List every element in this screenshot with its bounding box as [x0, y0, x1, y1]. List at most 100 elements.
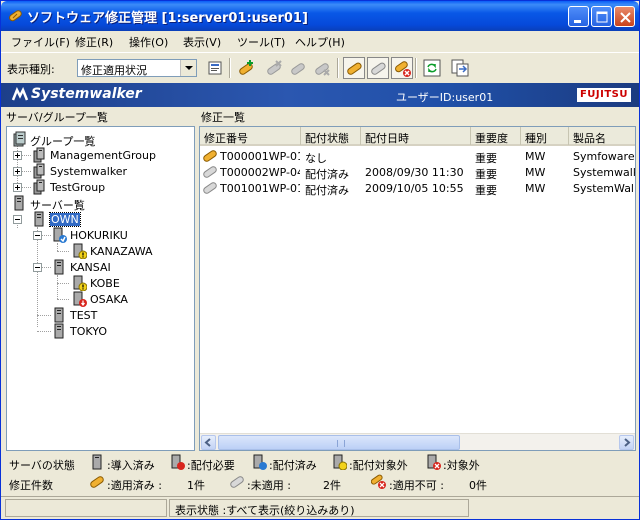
- brand-name: Systemwalker: [31, 86, 142, 102]
- tree-line: [37, 227, 38, 327]
- server-list-icon: [14, 195, 24, 211]
- scroll-thumb[interactable]: [218, 435, 460, 450]
- filter-applied-button[interactable]: [343, 57, 365, 79]
- column-header-fix-id[interactable]: 修正番号: [200, 127, 301, 145]
- minimize-button[interactable]: [568, 6, 589, 27]
- filter-unapplied-button[interactable]: [367, 57, 389, 79]
- toolbar: 表示種別: 修正適用状況: [1, 52, 639, 80]
- not-applicable-patch-icon: [395, 61, 411, 77]
- cell-importance: 重要: [475, 184, 497, 197]
- close-button[interactable]: [614, 6, 635, 27]
- tree-line: [57, 283, 69, 284]
- display-type-select[interactable]: 修正適用状況: [77, 59, 197, 77]
- delete-fix-button[interactable]: [263, 57, 285, 79]
- server-icon: [54, 307, 64, 323]
- tree-line: [21, 187, 31, 188]
- installed-server-icon: [92, 454, 102, 470]
- cell-type: MW: [525, 150, 546, 163]
- cell-dist-date: 2009/10/05 10:55: [365, 182, 464, 195]
- brand-banner: Systemwalker ユーザーID:user01 FUJITSU: [1, 83, 639, 107]
- menu-file[interactable]: ファイル(F): [11, 34, 70, 50]
- delete-fix-icon: [267, 60, 282, 75]
- chevron-right-icon: [624, 438, 631, 447]
- scroll-left-button[interactable]: [201, 435, 216, 450]
- table-row[interactable]: T001001WP-01 配付済み 2009/10/05 10:55 重要 MW…: [200, 180, 635, 197]
- cell-fix-id: T000002WP-04: [220, 166, 300, 179]
- column-header-product[interactable]: 製品名: [569, 127, 635, 145]
- refresh-icon: [423, 59, 441, 77]
- scroll-right-button[interactable]: [619, 435, 634, 450]
- applied-patch-icon: [90, 476, 104, 488]
- collapse-own[interactable]: [13, 215, 22, 224]
- column-header-type[interactable]: 種別: [521, 127, 569, 145]
- distributed-server-icon: [53, 227, 67, 243]
- minimize-icon: [574, 20, 581, 23]
- tree-line: [17, 143, 18, 185]
- export-button[interactable]: [449, 57, 471, 79]
- add-fix-button[interactable]: [235, 57, 257, 79]
- column-header-dist-date[interactable]: 配付日時: [361, 127, 471, 145]
- cell-product: Systemwalker: [573, 166, 635, 179]
- menu-tools[interactable]: ツール(T): [237, 34, 285, 50]
- collapse-kansai[interactable]: [33, 263, 42, 272]
- not-target-server-icon: [333, 454, 347, 470]
- filter-not-applicable-button[interactable]: [391, 57, 413, 79]
- properties-icon: [208, 61, 222, 75]
- display-state-text: 表示状態 :すべて表示(絞り込みあり): [175, 504, 355, 517]
- add-fix-icon: [239, 60, 253, 75]
- menu-operation[interactable]: 操作(O): [129, 34, 168, 50]
- tree-line: [57, 243, 58, 251]
- unapplied-patch-icon: [371, 62, 386, 75]
- window-title: ソフトウェア修正管理 [1:server01:user01]: [27, 11, 308, 26]
- not-applicable-patch-icon: [371, 474, 386, 489]
- fix-action-button[interactable]: [287, 57, 309, 79]
- legend-excluded: :対象外: [443, 459, 480, 472]
- maximize-button[interactable]: [591, 6, 612, 27]
- menu-view[interactable]: 表示(V): [183, 34, 221, 50]
- expand-test-group[interactable]: [13, 183, 22, 192]
- cell-fix-id: T001001WP-01: [220, 182, 300, 195]
- status-bar: 表示状態 :すべて表示(絞り込みあり): [1, 496, 639, 519]
- menu-help[interactable]: ヘルプ(H): [295, 34, 345, 50]
- cell-dist-status: 配付済み: [305, 184, 349, 197]
- refresh-button[interactable]: [421, 57, 443, 79]
- legend-not-applicable: :適用不可 :: [389, 479, 444, 492]
- not-applicable-count: 0件: [469, 479, 487, 492]
- unapplied-patch-icon: [203, 166, 217, 178]
- cell-product: SystemWalker: [573, 182, 635, 195]
- legend-unapplied: :未適用 :: [247, 479, 291, 492]
- status-panel-empty: [5, 499, 167, 517]
- menu-fix[interactable]: 修正(R): [75, 34, 113, 50]
- column-header-dist-status[interactable]: 配付状態: [301, 127, 361, 145]
- expand-management-group[interactable]: [13, 151, 22, 160]
- toolbar-separator: [337, 58, 339, 78]
- title-bar[interactable]: ソフトウェア修正管理 [1:server01:user01]: [1, 1, 639, 31]
- distributed-server-icon: [253, 454, 267, 470]
- tree-line: [37, 331, 51, 332]
- server-group-tree[interactable]: グループ一覧 ManagementGroup Systemwalker Test…: [6, 126, 195, 451]
- display-type-label: 表示種別:: [7, 63, 55, 76]
- display-type-value: 修正適用状況: [81, 64, 147, 77]
- status-panel-display-state: 表示状態 :すべて表示(絞り込みあり): [169, 499, 469, 517]
- fix-list-view[interactable]: 修正番号 配付状態 配付日時 重要度 種別 製品名 T000001WP-01 な…: [199, 126, 636, 451]
- excluded-server-icon: [427, 454, 441, 470]
- cell-dist-date: 2008/09/30 11:30: [365, 166, 464, 179]
- column-header-importance[interactable]: 重要度: [471, 127, 521, 145]
- fix-list-header: 修正一覧: [201, 111, 245, 124]
- systemwalker-logo-icon: [11, 87, 29, 101]
- unapplied-count: 2件: [323, 479, 341, 492]
- fix-count-label: 修正件数: [9, 479, 53, 492]
- close-icon: [620, 12, 631, 23]
- cell-type: MW: [525, 182, 546, 195]
- horizontal-scrollbar[interactable]: [200, 433, 635, 450]
- chevron-down-icon[interactable]: [180, 60, 196, 76]
- collapse-hokuriku[interactable]: [33, 231, 42, 240]
- table-row[interactable]: T000002WP-04 配付済み 2008/09/30 11:30 重要 MW…: [200, 164, 635, 181]
- server-group-icon: [33, 147, 45, 163]
- properties-button[interactable]: [205, 57, 227, 79]
- fix-cancel-button[interactable]: [311, 57, 333, 79]
- unapplied-patch-icon: [230, 476, 244, 488]
- table-row[interactable]: T000001WP-01 なし 重要 MW Symfoware: [200, 148, 635, 165]
- group-list-icon: [13, 131, 26, 147]
- expand-systemwalker-group[interactable]: [13, 167, 22, 176]
